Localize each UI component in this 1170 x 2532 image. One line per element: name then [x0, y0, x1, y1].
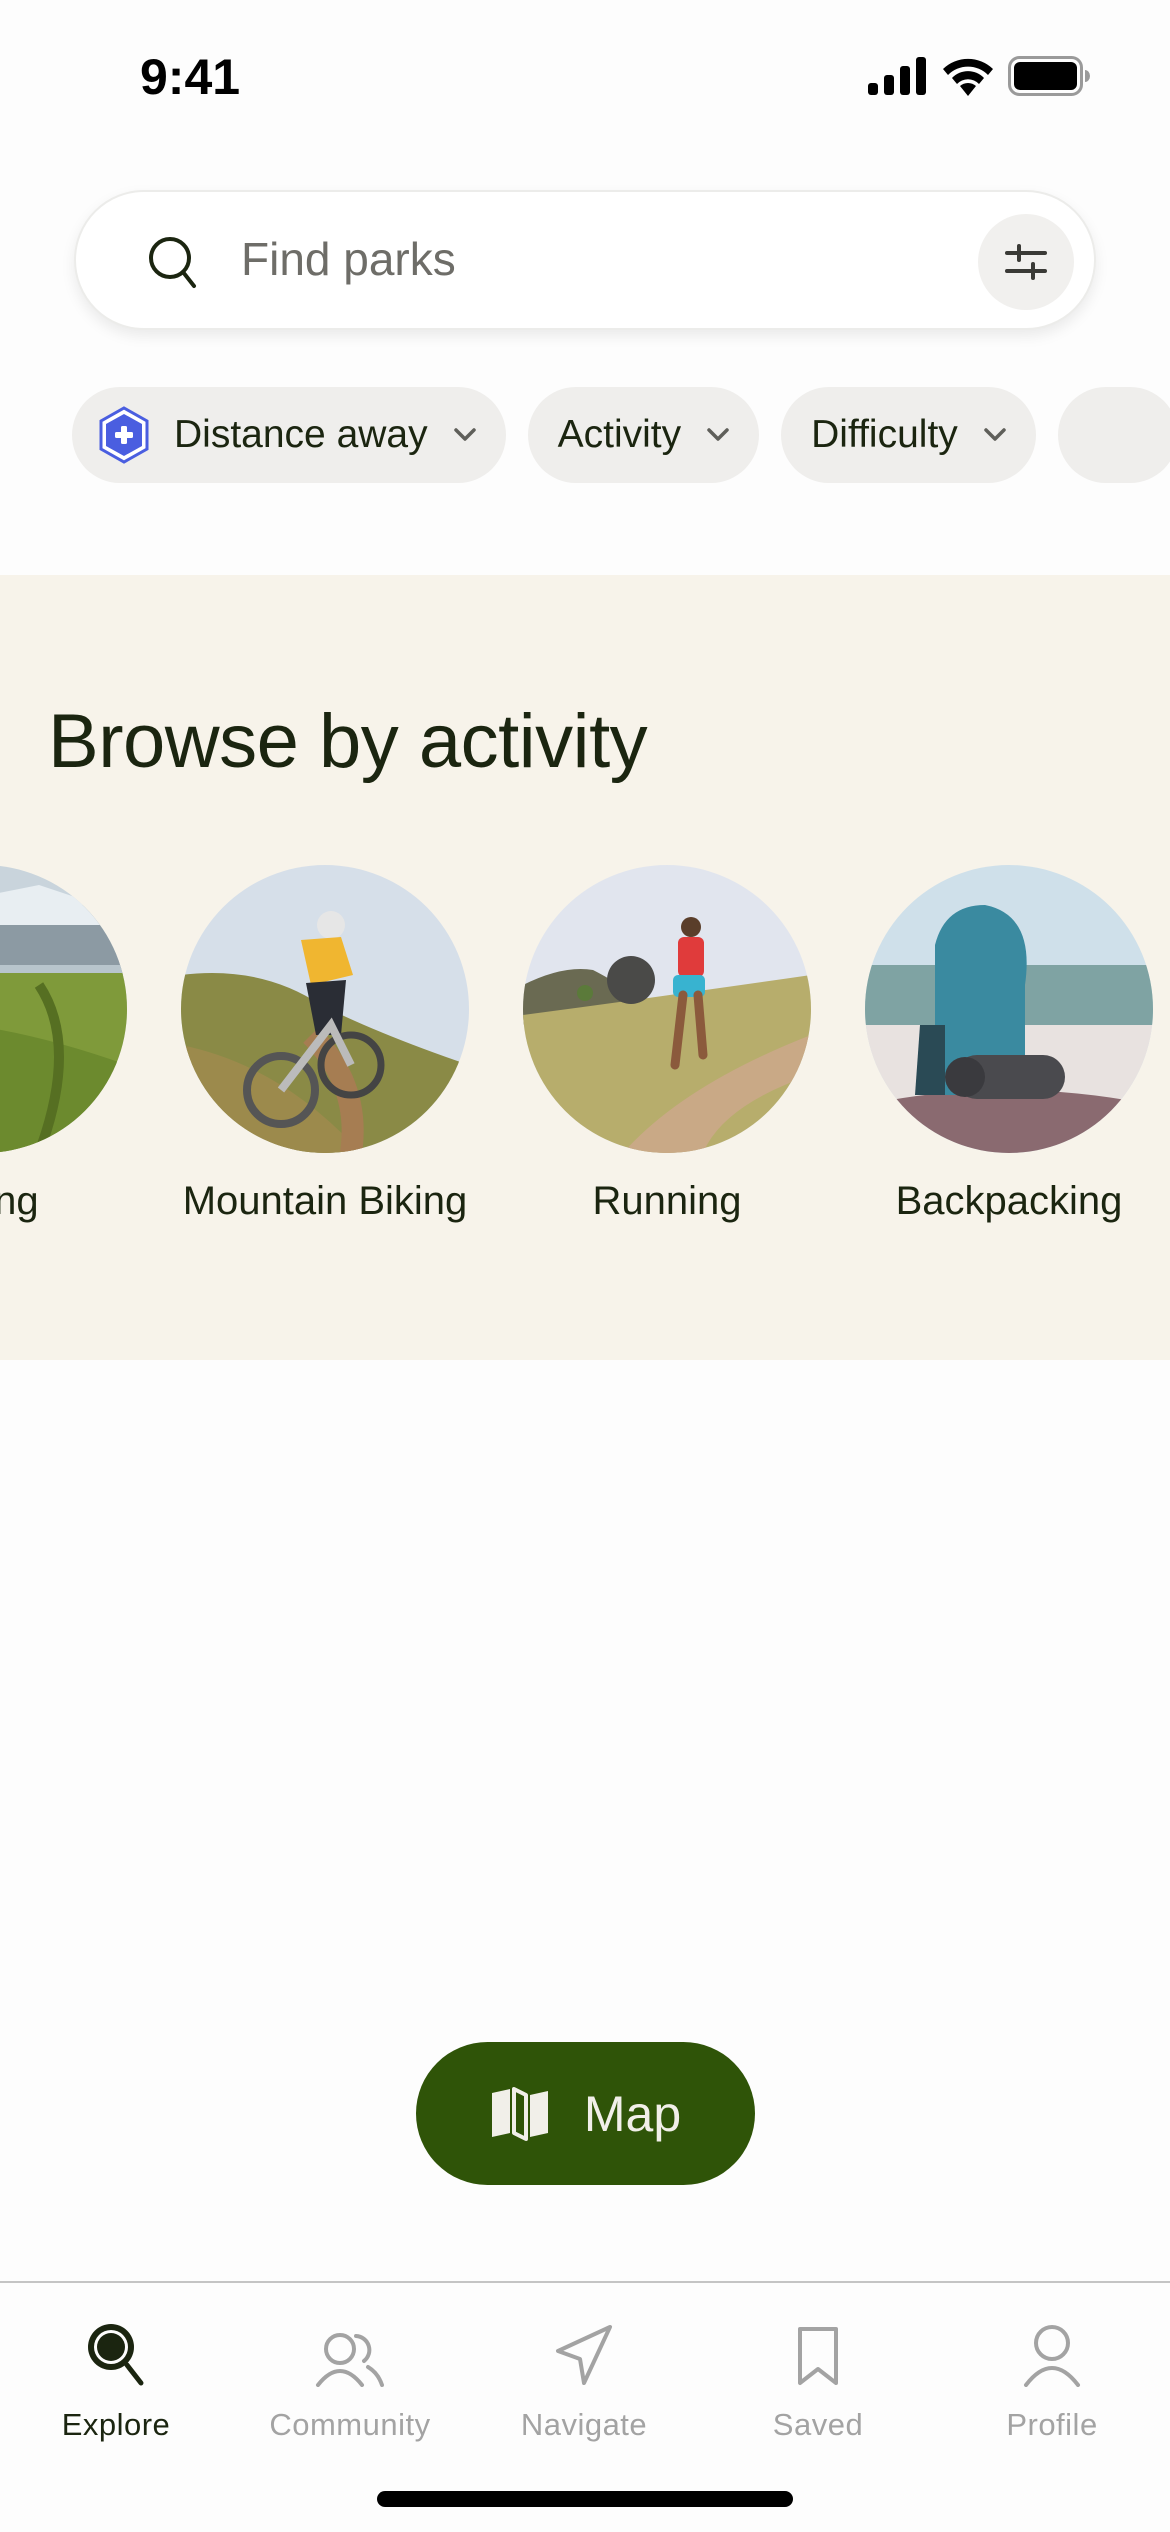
- activity-hiking[interactable]: Hiking: [0, 865, 128, 1224]
- chip-difficulty[interactable]: Difficulty: [781, 387, 1036, 483]
- activity-mountain-biking[interactable]: Mountain Biking: [180, 865, 470, 1224]
- chip-label: Activity: [557, 413, 682, 456]
- chevron-down-icon: [707, 428, 729, 441]
- status-icons: [868, 56, 1090, 96]
- map-button-label: Map: [583, 2085, 682, 2142]
- tab-saved[interactable]: Saved: [718, 2307, 918, 2443]
- activity-running[interactable]: Running: [522, 865, 812, 1224]
- activity-label: Hiking: [0, 1179, 39, 1223]
- chip-activity[interactable]: Activity: [527, 387, 760, 483]
- activity-image-running: [523, 865, 811, 1153]
- activity-image-backpacking: [865, 865, 1153, 1153]
- navigate-icon: [556, 2325, 612, 2385]
- signal-icon: [868, 57, 926, 95]
- chevron-down-icon: [453, 428, 476, 441]
- map-button[interactable]: Map: [416, 2042, 755, 2185]
- browse-by-activity-section: Browse by activity Hiking: [0, 575, 1170, 1360]
- tab-explore[interactable]: Explore: [16, 2307, 216, 2443]
- chevron-down-icon: [984, 428, 1006, 441]
- search-input[interactable]: Find parks: [241, 232, 456, 286]
- community-icon: [316, 2333, 384, 2387]
- tab-community[interactable]: Community: [250, 2307, 450, 2443]
- profile-icon: [1024, 2325, 1080, 2387]
- search-bar[interactable]: Find parks: [74, 190, 1096, 330]
- filter-settings-button[interactable]: [978, 214, 1074, 310]
- tab-label: Profile: [1006, 2407, 1098, 2442]
- tab-navigate[interactable]: Navigate: [484, 2307, 684, 2443]
- wifi-icon: [943, 58, 993, 96]
- section-title: Browse by activity: [48, 699, 648, 784]
- chip-label: Difficulty: [811, 413, 958, 456]
- status-time: 9:41: [140, 49, 241, 105]
- chip-more[interactable]: [1057, 387, 1170, 483]
- activity-label: Backpacking: [895, 1179, 1123, 1223]
- activity-label: Mountain Biking: [182, 1179, 468, 1223]
- home-indicator[interactable]: [377, 2491, 793, 2507]
- activity-image-hiking: [0, 865, 127, 1153]
- sliders-icon: [1005, 244, 1047, 280]
- search-icon: [149, 237, 196, 288]
- tab-label: Navigate: [520, 2407, 648, 2442]
- status-bar: 9:41: [0, 0, 1170, 150]
- activity-backpacking[interactable]: Backpacking: [864, 865, 1154, 1224]
- chip-label: Distance away: [174, 413, 428, 456]
- activity-image-mountain-biking: [181, 865, 469, 1153]
- battery-icon: [1008, 56, 1090, 96]
- tab-label: Saved: [772, 2407, 864, 2442]
- tab-label: Explore: [61, 2407, 171, 2442]
- bookmark-icon: [798, 2327, 838, 2385]
- tab-profile[interactable]: Profile: [952, 2307, 1152, 2443]
- chip-distance-away[interactable]: Distance away: [72, 387, 506, 483]
- hexagon-plus-badge-icon: [99, 406, 149, 464]
- activity-label: Running: [592, 1179, 742, 1223]
- explore-search-icon: [88, 2324, 144, 2386]
- tab-label: Community: [269, 2407, 431, 2442]
- filter-chips: Distance away Activity Difficulty: [72, 387, 1170, 483]
- map-icon: [491, 2086, 548, 2141]
